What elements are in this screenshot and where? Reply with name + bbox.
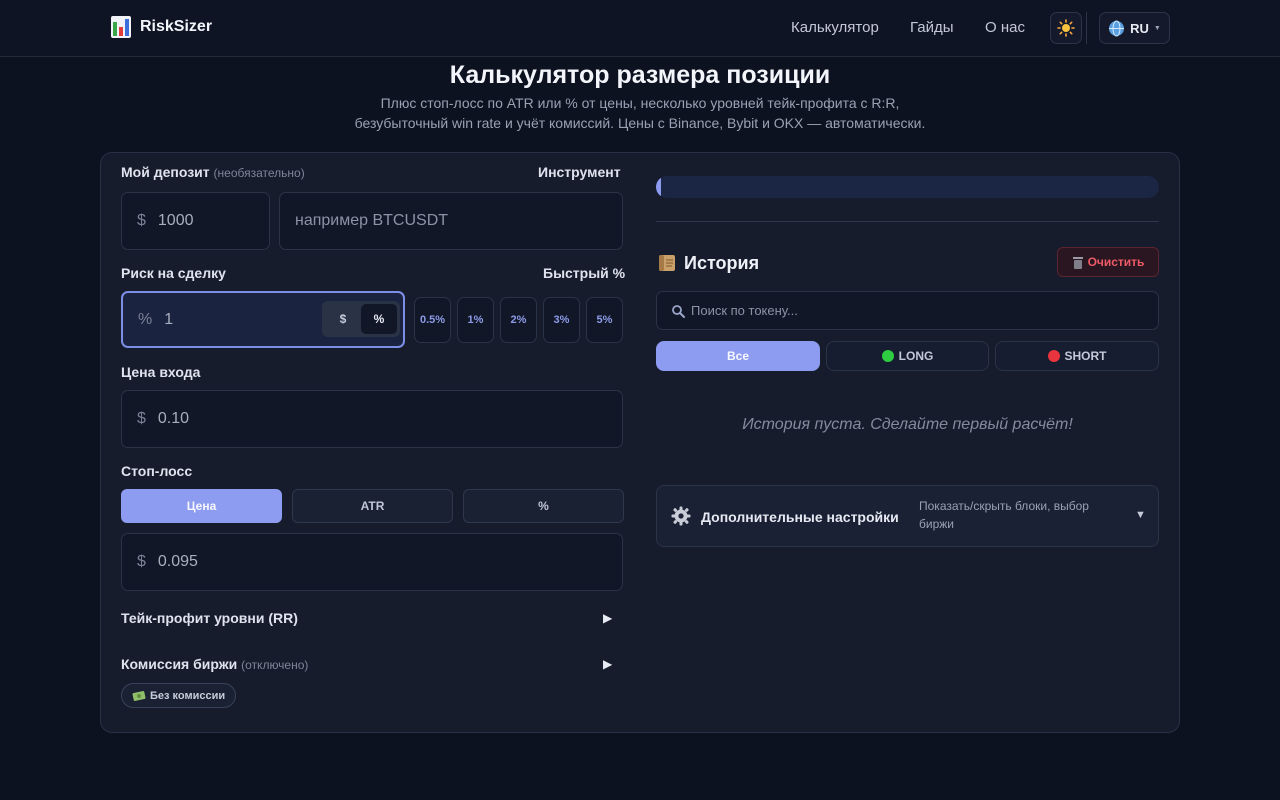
quick-percent-label: Быстрый % bbox=[543, 265, 626, 281]
entry-price-label: Цена входа bbox=[121, 364, 201, 380]
filter-all-label: Все bbox=[726, 349, 749, 363]
instrument-input[interactable]: например BTCUSDT bbox=[279, 192, 623, 250]
risk-mode-toggle: $ % bbox=[322, 301, 400, 337]
quick-risk-0-5[interactable]: 0.5% bbox=[414, 297, 451, 343]
no-fee-chip-label: Без комиссии bbox=[150, 689, 226, 702]
stop-loss-input[interactable]: $ 0.095 bbox=[121, 533, 623, 591]
language-label: RU bbox=[1130, 20, 1149, 36]
progress-bar bbox=[656, 176, 1159, 198]
quick-risk-3[interactable]: 3% bbox=[543, 297, 580, 343]
deposit-label: Мой депозит (необязательно) bbox=[121, 164, 305, 180]
risk-label: Риск на сделку bbox=[121, 265, 226, 281]
token-search-input[interactable]: Поиск по токену... bbox=[656, 291, 1159, 330]
header-divider bbox=[1086, 12, 1087, 44]
fee-expand-icon[interactable]: ▶ bbox=[603, 657, 612, 671]
trash-icon bbox=[1072, 256, 1083, 269]
deposit-currency-symbol: $ bbox=[137, 212, 146, 229]
entry-price-value: 0.10 bbox=[157, 410, 190, 427]
clear-history-label: Очистить bbox=[1087, 255, 1145, 269]
no-fee-chip[interactable]: Без комиссии bbox=[121, 683, 237, 708]
quick-risk-1[interactable]: 1% bbox=[457, 297, 494, 343]
bar-chart-icon bbox=[111, 16, 131, 38]
entry-price-input[interactable]: $ 0.10 bbox=[121, 390, 623, 448]
brand-logo[interactable]: RiskSizer bbox=[111, 16, 212, 38]
stop-loss-label: Стоп-лосс bbox=[121, 463, 193, 479]
globe-icon bbox=[1109, 20, 1125, 36]
page-title: Калькулятор размера позиции bbox=[449, 61, 831, 89]
fee-toggle[interactable]: Комиссия биржи (отключено) bbox=[121, 656, 308, 672]
stop-tab-price[interactable]: Цена bbox=[121, 489, 282, 523]
money-icon bbox=[132, 690, 146, 701]
fee-status: (отключено) bbox=[241, 658, 309, 672]
brand-name: RiskSizer bbox=[140, 18, 213, 35]
nav-calculator[interactable]: Калькулятор bbox=[791, 19, 879, 36]
filter-short-label: SHORT bbox=[1064, 349, 1107, 363]
quick-risk-5[interactable]: 5% bbox=[586, 297, 623, 343]
page-subtitle-line-2: безубыточный win rate и учёт комиссий. Ц… bbox=[354, 115, 926, 131]
quick-risk-2[interactable]: 2% bbox=[500, 297, 537, 343]
filter-long[interactable]: LONG bbox=[826, 341, 989, 371]
take-profit-expand-icon[interactable]: ▶ bbox=[603, 611, 612, 625]
chevron-down-icon: ▼ bbox=[1153, 24, 1161, 32]
section-divider bbox=[656, 221, 1159, 222]
green-circle-icon bbox=[881, 350, 894, 362]
take-profit-toggle[interactable]: Тейк-профит уровни (RR) bbox=[121, 610, 298, 626]
risk-value: 1 bbox=[164, 310, 174, 328]
deposit-value: 1000 bbox=[157, 212, 194, 229]
risk-unit-symbol: % bbox=[138, 310, 153, 328]
stop-loss-value: 0.095 bbox=[157, 553, 198, 570]
history-title: История bbox=[656, 252, 759, 274]
clear-history-button[interactable]: Очистить bbox=[1057, 247, 1159, 277]
risk-mode-dollar[interactable]: $ bbox=[325, 304, 361, 334]
stop-tab-percent[interactable]: % bbox=[463, 489, 624, 523]
filter-all[interactable]: Все bbox=[656, 341, 820, 371]
gear-icon bbox=[671, 506, 691, 526]
token-search-placeholder: Поиск по токену... bbox=[691, 303, 798, 318]
red-circle-icon bbox=[1047, 350, 1060, 362]
instrument-label: Инструмент bbox=[538, 164, 621, 180]
filter-short[interactable]: SHORT bbox=[995, 341, 1159, 371]
sun-icon bbox=[1057, 19, 1075, 37]
instrument-placeholder: например BTCUSDT bbox=[295, 212, 449, 229]
search-icon bbox=[672, 304, 685, 318]
advanced-settings-desc-1: Показать/скрыть блоки, выбор bbox=[919, 499, 1089, 513]
stop-tab-atr[interactable]: ATR bbox=[292, 489, 453, 523]
history-empty-message: История пуста. Сделайте первый расчёт! bbox=[742, 416, 1073, 433]
advanced-settings-toggle[interactable]: Дополнительные настройки Показать/скрыть… bbox=[656, 485, 1159, 547]
stop-currency-symbol: $ bbox=[137, 553, 146, 570]
advanced-settings-desc-2: биржи bbox=[919, 517, 954, 531]
risk-mode-percent[interactable]: % bbox=[361, 304, 397, 334]
scroll-icon bbox=[659, 255, 675, 271]
advanced-settings-title: Дополнительные настройки bbox=[701, 509, 899, 525]
chevron-down-icon: ▼ bbox=[1135, 509, 1146, 521]
nav-guides[interactable]: Гайды bbox=[910, 19, 954, 36]
language-select[interactable]: RU ▼ bbox=[1099, 12, 1170, 44]
entry-currency-symbol: $ bbox=[137, 410, 146, 427]
deposit-input[interactable]: $ 1000 bbox=[121, 192, 270, 250]
filter-long-label: LONG bbox=[898, 349, 934, 363]
deposit-optional-note: (необязательно) bbox=[213, 166, 305, 180]
page-subtitle-line-1: Плюс стоп-лосс по ATR или % от цены, нес… bbox=[380, 95, 900, 111]
nav-about[interactable]: О нас bbox=[985, 19, 1025, 36]
theme-toggle-button[interactable] bbox=[1050, 12, 1082, 44]
top-header: RiskSizer Калькулятор Гайды О нас RU ▼ bbox=[0, 0, 1280, 57]
